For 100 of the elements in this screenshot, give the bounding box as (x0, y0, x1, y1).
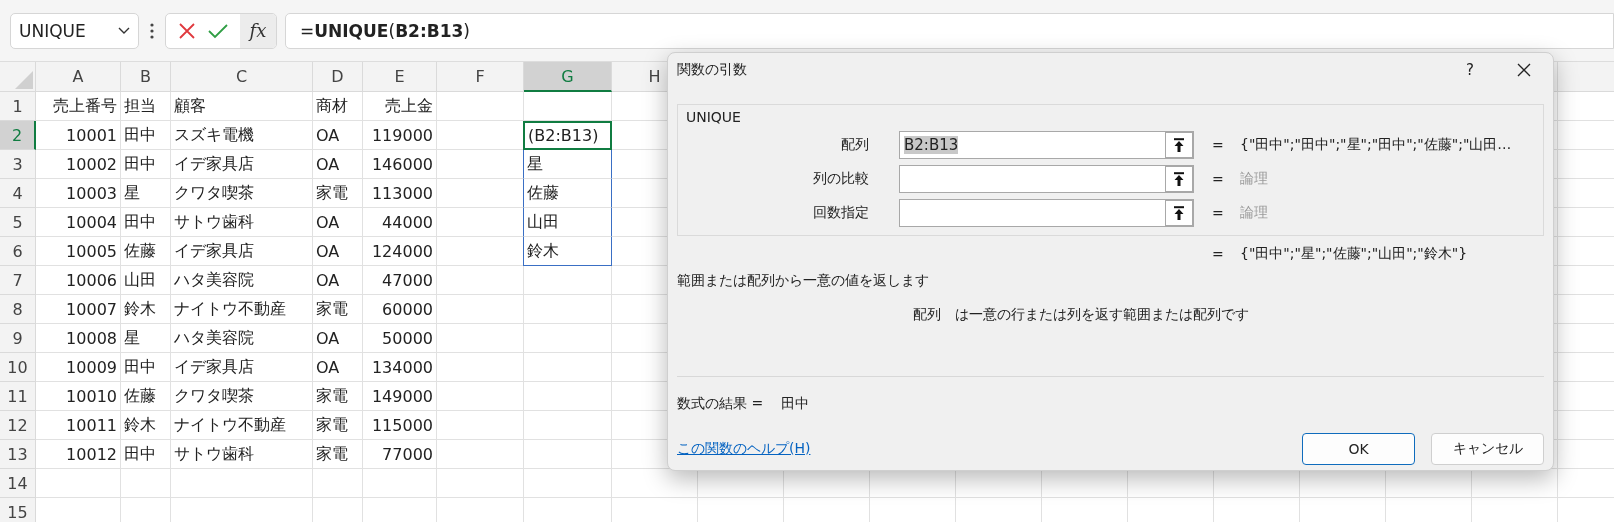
table-cell[interactable]: 149000 (363, 382, 437, 411)
formula-field[interactable]: =UNIQUE(B2:B13) (285, 12, 1614, 49)
empty-cell[interactable] (437, 324, 524, 353)
table-cell[interactable]: OA (313, 266, 363, 295)
table-cell[interactable]: 売上金 (363, 92, 437, 121)
empty-cell[interactable] (437, 440, 524, 469)
table-cell[interactable]: 124000 (363, 237, 437, 266)
table-cell[interactable]: ナイトウ不動産 (171, 295, 313, 324)
table-cell[interactable]: サトウ歯科 (171, 440, 313, 469)
row-header[interactable]: 10 (0, 353, 36, 382)
row-header[interactable]: 11 (0, 382, 36, 411)
table-cell[interactable]: 顧客 (171, 92, 313, 121)
table-cell[interactable]: OA (313, 121, 363, 150)
table-cell[interactable]: (B2:B13) (523, 121, 612, 150)
table-cell[interactable]: クワタ喫茶 (171, 382, 313, 411)
row-header[interactable]: 15 (0, 498, 36, 522)
range-button[interactable] (1165, 200, 1193, 226)
table-cell[interactable]: OA (313, 324, 363, 353)
range-button[interactable] (1165, 166, 1193, 192)
table-cell[interactable]: 家電 (313, 295, 363, 324)
select-all-icon[interactable] (13, 69, 33, 89)
help-button[interactable]: ? (1450, 55, 1490, 85)
table-cell[interactable]: 10006 (36, 266, 121, 295)
empty-cell[interactable] (437, 353, 524, 382)
empty-cell[interactable] (437, 92, 524, 121)
empty-cell[interactable] (524, 266, 612, 295)
table-cell[interactable]: 10007 (36, 295, 121, 324)
table-cell[interactable]: 田中 (121, 121, 171, 150)
row-header[interactable]: 9 (0, 324, 36, 353)
insert-function-button[interactable]: fx (240, 13, 276, 48)
table-cell[interactable]: OA (313, 208, 363, 237)
empty-cell[interactable] (313, 469, 363, 498)
empty-cell[interactable] (437, 469, 524, 498)
table-cell[interactable]: 家電 (313, 440, 363, 469)
row-header[interactable]: 6 (0, 237, 36, 266)
argument-field[interactable] (899, 199, 1194, 227)
table-cell[interactable]: 星 (121, 179, 171, 208)
empty-cell[interactable] (437, 382, 524, 411)
cancel-icon[interactable] (178, 21, 196, 40)
name-box[interactable]: UNIQUE (10, 12, 139, 49)
table-cell[interactable]: 星 (121, 324, 171, 353)
empty-cell[interactable] (524, 411, 612, 440)
table-cell[interactable]: 担当 (121, 92, 171, 121)
empty-cell[interactable] (121, 469, 171, 498)
table-cell[interactable]: 44000 (363, 208, 437, 237)
table-cell[interactable]: 119000 (363, 121, 437, 150)
table-cell[interactable]: 115000 (363, 411, 437, 440)
table-cell[interactable]: 田中 (121, 440, 171, 469)
row-header[interactable]: 7 (0, 266, 36, 295)
table-cell[interactable]: 10004 (36, 208, 121, 237)
table-cell[interactable]: 134000 (363, 353, 437, 382)
table-cell[interactable]: 星 (523, 150, 612, 179)
table-cell[interactable]: 佐藤 (121, 382, 171, 411)
empty-cell[interactable] (524, 440, 612, 469)
ok-button[interactable]: OK (1302, 433, 1415, 465)
check-icon[interactable] (208, 22, 228, 39)
table-cell[interactable]: OA (313, 237, 363, 266)
column-header[interactable]: E (363, 62, 437, 92)
column-header[interactable]: B (121, 62, 171, 92)
range-button[interactable] (1165, 132, 1193, 158)
vertical-dots-icon[interactable] (150, 22, 154, 39)
table-cell[interactable]: 田中 (121, 353, 171, 382)
table-cell[interactable]: 鈴木 (523, 237, 612, 266)
table-cell[interactable]: ナイトウ不動産 (171, 411, 313, 440)
empty-cell[interactable] (171, 469, 313, 498)
table-cell[interactable]: ハタ美容院 (171, 266, 313, 295)
table-cell[interactable]: 売上番号 (36, 92, 121, 121)
argument-field[interactable]: B2:B13 (899, 131, 1194, 159)
table-cell[interactable]: 佐藤 (523, 179, 612, 208)
empty-cell[interactable] (524, 382, 612, 411)
table-cell[interactable]: 113000 (363, 179, 437, 208)
table-cell[interactable]: ハタ美容院 (171, 324, 313, 353)
table-cell[interactable]: 60000 (363, 295, 437, 324)
cancel-button[interactable]: キャンセル (1431, 433, 1544, 465)
table-cell[interactable]: 10009 (36, 353, 121, 382)
table-cell[interactable]: イデ家具店 (171, 150, 313, 179)
table-cell[interactable]: スズキ電機 (171, 121, 313, 150)
column-header[interactable]: A (36, 62, 121, 92)
table-cell[interactable]: クワタ喫茶 (171, 179, 313, 208)
column-header[interactable]: C (171, 62, 313, 92)
table-cell[interactable]: 47000 (363, 266, 437, 295)
table-cell[interactable]: イデ家具店 (171, 353, 313, 382)
empty-cell[interactable] (437, 411, 524, 440)
table-cell[interactable]: 佐藤 (121, 237, 171, 266)
row-header[interactable]: 3 (0, 150, 36, 179)
empty-cell[interactable] (524, 295, 612, 324)
row-header[interactable]: 12 (0, 411, 36, 440)
row-header[interactable]: 5 (0, 208, 36, 237)
table-cell[interactable]: 10008 (36, 324, 121, 353)
empty-cell[interactable] (524, 324, 612, 353)
row-header[interactable]: 8 (0, 295, 36, 324)
table-cell[interactable]: 146000 (363, 150, 437, 179)
row-header[interactable]: 13 (0, 440, 36, 469)
table-cell[interactable]: サトウ歯科 (171, 208, 313, 237)
table-cell[interactable]: 鈴木 (121, 411, 171, 440)
table-cell[interactable]: 10011 (36, 411, 121, 440)
column-header[interactable]: G (524, 62, 612, 92)
table-cell[interactable]: OA (313, 353, 363, 382)
table-cell[interactable]: OA (313, 150, 363, 179)
row-header[interactable]: 4 (0, 179, 36, 208)
